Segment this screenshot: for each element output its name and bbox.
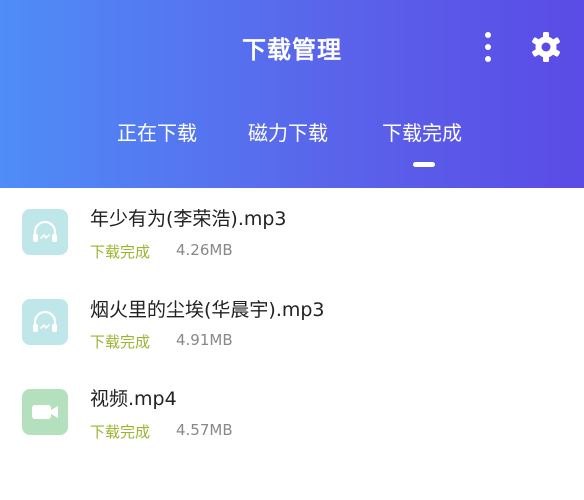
list-item[interactable]: 年少有为(李荣浩).mp3 下载完成 4.26MB (0, 188, 584, 278)
gear-icon (532, 32, 560, 62)
active-tab-indicator (413, 162, 435, 167)
file-size: 4.26MB (176, 241, 233, 259)
headphones-icon (33, 310, 57, 332)
tab-magnet-download[interactable]: 磁力下载 (248, 117, 328, 146)
list-item[interactable]: 烟火里的尘埃(华晨宇).mp3 下载完成 4.91MB (0, 278, 584, 368)
more-vertical-icon (485, 32, 491, 62)
file-name: 视频.mp4 (90, 388, 177, 410)
headphones-icon (33, 220, 57, 242)
audio-file-thumb (22, 209, 68, 255)
tab-bar: 正在下载 磁力下载 下载完成 (0, 117, 584, 157)
file-size: 4.57MB (176, 421, 233, 439)
file-size: 4.91MB (176, 331, 233, 349)
audio-file-thumb (22, 299, 68, 345)
status-label: 下载完成 (90, 423, 151, 441)
file-name: 年少有为(李荣浩).mp3 (90, 208, 287, 230)
app-header: 下载管理 正在下载 磁力下载 下载完成 (0, 0, 584, 188)
settings-button[interactable] (530, 31, 562, 63)
status-label: 下载完成 (90, 243, 151, 261)
tab-downloading[interactable]: 正在下载 (117, 117, 197, 146)
more-options-button[interactable] (472, 30, 504, 64)
file-name: 烟火里的尘埃(华晨宇).mp3 (90, 299, 325, 321)
video-file-thumb (22, 389, 68, 435)
video-camera-icon (32, 405, 58, 419)
tab-download-complete[interactable]: 下载完成 (382, 117, 462, 146)
status-label: 下载完成 (90, 333, 151, 351)
list-item[interactable]: 视频.mp4 下载完成 4.57MB (0, 368, 584, 458)
